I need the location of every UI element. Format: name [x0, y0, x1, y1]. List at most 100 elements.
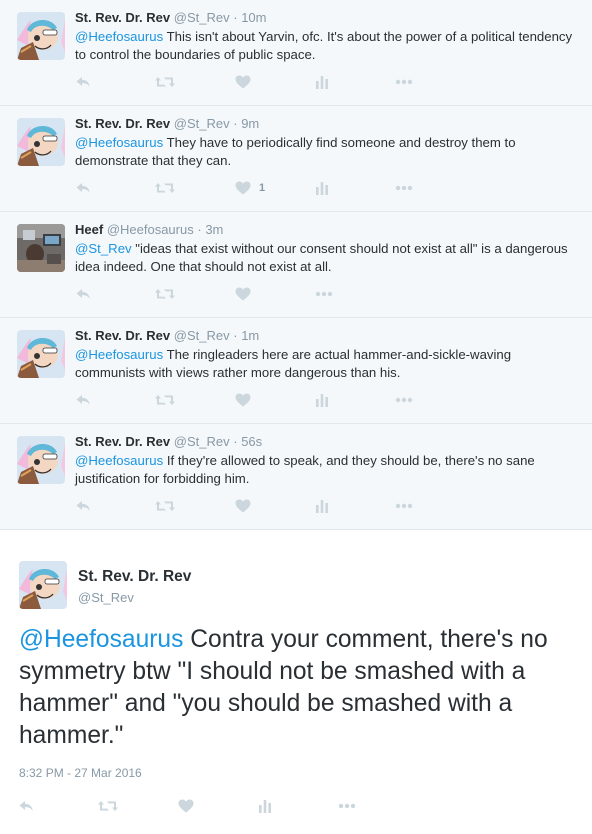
retweet-button[interactable] — [98, 794, 178, 818]
reply-icon — [18, 798, 34, 814]
author-handle[interactable]: @St_Rev — [174, 116, 230, 131]
thread-tweet[interactable]: St. Rev. Dr. Rev @St_Rev · 56s @Heefosau… — [0, 424, 592, 530]
more-icon — [395, 503, 413, 509]
reply-button[interactable] — [18, 794, 98, 818]
tweet-body: "ideas that exist without our consent sh… — [75, 241, 568, 274]
separator-dot: · — [197, 222, 202, 237]
more-button[interactable] — [395, 494, 475, 518]
like-button[interactable] — [235, 70, 315, 94]
author-name[interactable]: St. Rev. Dr. Rev — [75, 116, 170, 131]
analytics-button[interactable] — [315, 388, 395, 412]
tweet-text: @Heefosaurus Contra your comment, there'… — [19, 624, 574, 752]
analytics-icon — [315, 393, 329, 407]
more-icon — [395, 185, 413, 191]
heart-icon — [235, 499, 251, 513]
author-handle[interactable]: @St_Rev — [174, 328, 230, 343]
like-button[interactable] — [235, 282, 315, 306]
author-handle[interactable]: @St_Rev — [174, 434, 230, 449]
tweet-header: St. Rev. Dr. Rev @St_Rev · 9m — [75, 115, 576, 133]
tweet-actions — [75, 388, 475, 412]
analytics-icon — [315, 181, 329, 195]
tweet-time[interactable]: 3m — [205, 222, 223, 237]
analytics-icon — [258, 799, 272, 813]
author-name[interactable]: St. Rev. Dr. Rev — [75, 434, 170, 449]
avatar[interactable] — [17, 330, 65, 378]
avatar[interactable] — [17, 118, 65, 166]
retweet-button[interactable] — [155, 494, 235, 518]
analytics-button[interactable] — [315, 70, 395, 94]
avatar[interactable] — [19, 561, 67, 609]
tweet-actions — [75, 282, 395, 306]
avatar[interactable] — [17, 224, 65, 272]
tweet-time[interactable]: 9m — [241, 116, 259, 131]
retweet-icon — [155, 287, 175, 301]
heart-icon — [178, 799, 194, 813]
reply-button[interactable] — [75, 494, 155, 518]
analytics-icon — [315, 75, 329, 89]
author-name[interactable]: St. Rev. Dr. Rev — [78, 568, 191, 586]
heart-icon — [235, 393, 251, 407]
more-button[interactable] — [338, 794, 418, 818]
tweet-actions — [18, 794, 418, 818]
more-button[interactable] — [395, 70, 475, 94]
tweet-header: St. Rev. Dr. Rev @St_Rev · 10m — [75, 9, 576, 27]
conversation-thread: St. Rev. Dr. Rev @St_Rev · 10m @Heefosau… — [0, 0, 592, 530]
heart-icon — [235, 181, 251, 195]
tweet-text: @Heefosaurus They have to periodically f… — [75, 134, 576, 170]
retweet-button[interactable] — [155, 282, 235, 306]
more-icon — [315, 291, 333, 297]
avatar[interactable] — [17, 12, 65, 60]
more-icon — [395, 397, 413, 403]
reply-button[interactable] — [75, 282, 155, 306]
mention-link[interactable]: @St_Rev — [75, 241, 132, 256]
retweet-icon — [98, 799, 118, 813]
like-button[interactable]: 1 — [235, 176, 315, 200]
separator-dot: · — [233, 116, 238, 131]
author-handle[interactable]: @St_Rev — [78, 590, 134, 605]
retweet-icon — [155, 393, 175, 407]
reply-button[interactable] — [75, 176, 155, 200]
mention-link[interactable]: @Heefosaurus — [75, 29, 163, 44]
tweet-actions — [75, 494, 475, 518]
more-button[interactable] — [395, 176, 475, 200]
reply-button[interactable] — [75, 388, 155, 412]
like-button[interactable] — [235, 494, 315, 518]
mention-link[interactable]: @Heefosaurus — [75, 135, 163, 150]
analytics-button[interactable] — [315, 176, 395, 200]
mention-link[interactable]: @Heefosaurus — [75, 347, 163, 362]
author-name[interactable]: Heef — [75, 222, 103, 237]
thread-tweet[interactable]: St. Rev. Dr. Rev @St_Rev · 10m @Heefosau… — [0, 0, 592, 106]
thread-tweet[interactable]: St. Rev. Dr. Rev @St_Rev · 1m @Heefosaur… — [0, 318, 592, 424]
separator-dot: · — [233, 10, 238, 25]
author-handle[interactable]: @St_Rev — [174, 10, 230, 25]
tweet-timestamp[interactable]: 8:32 PM - 27 Mar 2016 — [19, 766, 142, 780]
like-button[interactable] — [235, 388, 315, 412]
thread-tweet[interactable]: Heef @Heefosaurus · 3m @St_Rev "ideas th… — [0, 212, 592, 318]
reply-icon — [75, 74, 91, 90]
author-handle[interactable]: @Heefosaurus — [107, 222, 194, 237]
reply-icon — [75, 180, 91, 196]
tweet-header: St. Rev. Dr. Rev @St_Rev · 56s — [75, 433, 576, 451]
tweet-time[interactable]: 56s — [241, 434, 262, 449]
mention-link[interactable]: @Heefosaurus — [19, 626, 183, 653]
retweet-button[interactable] — [155, 388, 235, 412]
retweet-button[interactable] — [155, 176, 235, 200]
heart-icon — [235, 75, 251, 89]
analytics-button[interactable] — [258, 794, 338, 818]
more-button[interactable] — [315, 282, 395, 306]
mention-link[interactable]: @Heefosaurus — [75, 453, 163, 468]
more-button[interactable] — [395, 388, 475, 412]
author-name[interactable]: St. Rev. Dr. Rev — [75, 10, 170, 25]
thread-tweet[interactable]: St. Rev. Dr. Rev @St_Rev · 9m @Heefosaur… — [0, 106, 592, 212]
tweet-actions: 1 — [75, 176, 475, 200]
analytics-button[interactable] — [315, 494, 395, 518]
tweet-header: Heef @Heefosaurus · 3m — [75, 221, 576, 239]
tweet-time[interactable]: 10m — [241, 10, 266, 25]
tweet-actions — [75, 70, 475, 94]
like-button[interactable] — [178, 794, 258, 818]
avatar[interactable] — [17, 436, 65, 484]
reply-button[interactable] — [75, 70, 155, 94]
author-name[interactable]: St. Rev. Dr. Rev — [75, 328, 170, 343]
retweet-button[interactable] — [155, 70, 235, 94]
tweet-time[interactable]: 1m — [241, 328, 259, 343]
